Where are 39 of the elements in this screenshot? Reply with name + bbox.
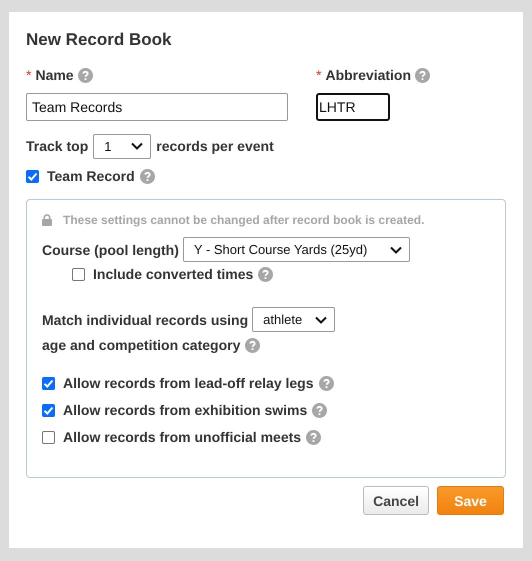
chevron-down-icon (131, 142, 144, 150)
checkbox[interactable] (42, 376, 55, 390)
required-mark: * (26, 67, 32, 83)
help-icon[interactable] (415, 68, 430, 82)
help-icon[interactable] (312, 402, 328, 418)
field-label: Match individual records using (42, 312, 248, 328)
dropdown[interactable]: Y - Short Course Yards (25yd) (182, 237, 410, 262)
dialog-title: New Record Book (26, 30, 172, 50)
required-mark: * (316, 67, 322, 83)
checkbox-label: Team Record (47, 168, 135, 184)
checkbox[interactable] (72, 268, 85, 280)
lock-icon (42, 214, 52, 226)
chevron-down-icon (315, 316, 328, 324)
abbreviation-field[interactable]: LHTR (316, 93, 390, 121)
field-label: age and competition category (42, 337, 240, 353)
dropdown[interactable]: 1 (93, 134, 152, 158)
help-icon[interactable] (318, 376, 334, 390)
checkbox[interactable] (26, 170, 39, 182)
checkbox-label: Allow records from lead-off relay legs (63, 375, 314, 391)
name-field[interactable]: Team Records (26, 93, 288, 121)
field-label: Track top (26, 138, 88, 154)
checkbox-label: Allow records from exhibition swims (63, 402, 308, 418)
field-label: Name (35, 67, 74, 83)
dropdown[interactable]: athlete (252, 307, 336, 332)
help-icon[interactable] (306, 430, 322, 444)
checkbox[interactable] (42, 430, 55, 444)
field-label: Course (pool length) (42, 242, 179, 258)
notice-text: These settings cannot be changed after record book is created. (63, 213, 424, 227)
checkbox-label: Allow records from unofficial meets (63, 429, 302, 445)
chevron-down-icon (390, 246, 402, 254)
help-icon[interactable] (78, 68, 93, 82)
checkbox[interactable] (42, 404, 55, 416)
cancel-button[interactable]: Cancel (363, 486, 429, 515)
help-icon[interactable] (140, 168, 155, 184)
help-icon[interactable] (245, 338, 260, 352)
field-label: records per event (156, 138, 274, 154)
field-label: Abbreviation (325, 67, 412, 83)
help-icon[interactable] (258, 266, 274, 282)
checkbox-label: Include converted times (93, 266, 254, 282)
